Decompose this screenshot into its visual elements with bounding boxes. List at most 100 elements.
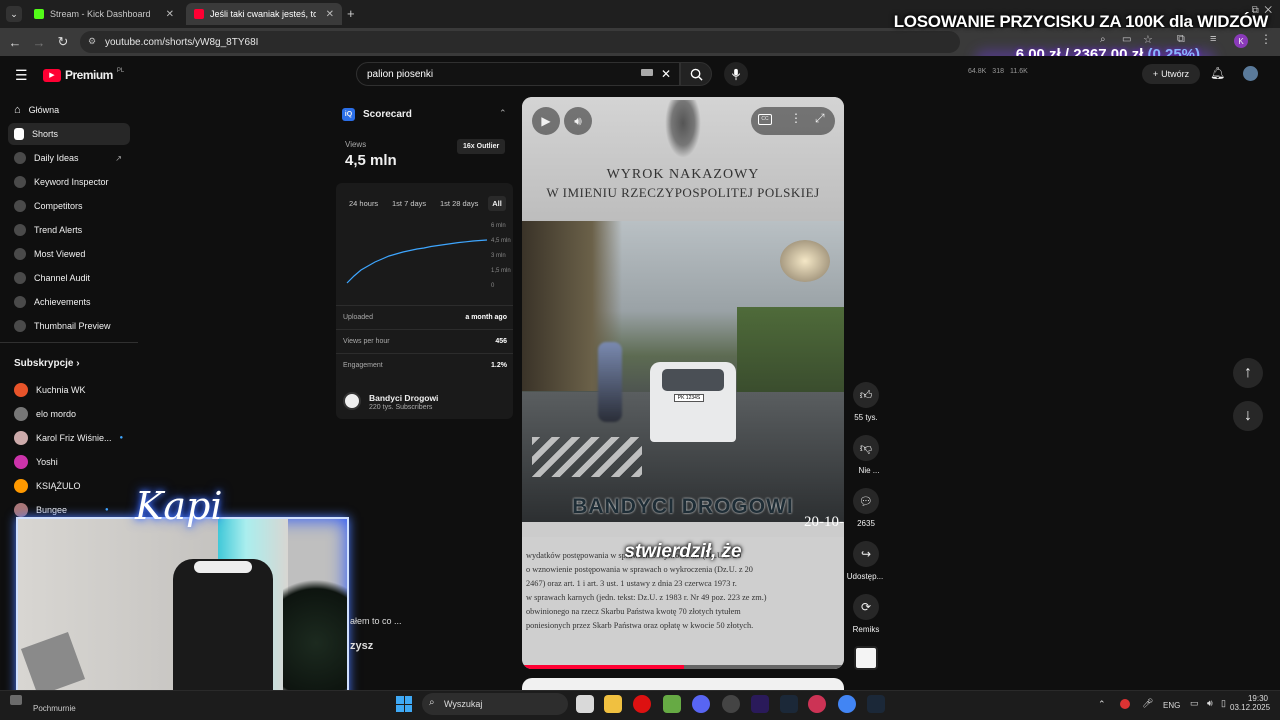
sidebar-item-most-viewed[interactable]: Most Viewed — [8, 243, 130, 265]
collapse-chevron-icon[interactable]: ⌃ — [499, 108, 507, 119]
sidebar-item-trend-alerts[interactable]: Trend Alerts — [8, 219, 130, 241]
range-tab-7d[interactable]: 1st 7 days — [392, 199, 426, 208]
tray-app-icon[interactable] — [1120, 699, 1130, 709]
shorts-video-player[interactable]: WYROK NAKAZOWY W IMIENIU RZECZYPOSPOLITE… — [522, 97, 844, 669]
uploaded-label: Uploaded — [343, 314, 373, 321]
play-button[interactable]: ▶ — [532, 107, 560, 135]
sidebar-item-shorts[interactable]: Shorts — [8, 123, 130, 145]
subscription-item[interactable]: Yoshi — [8, 451, 130, 473]
tray-chevron-icon[interactable]: ⌃ — [1098, 699, 1106, 710]
subscription-label: Karol Friz Wiśnie... — [36, 433, 112, 443]
premiere-icon[interactable] — [751, 695, 769, 713]
file-explorer-icon[interactable] — [604, 695, 622, 713]
channel-name[interactable]: Bandyci Drogowi — [369, 393, 438, 403]
range-tab-28d[interactable]: 1st 28 days — [440, 199, 478, 208]
sound-thumbnail[interactable] — [854, 646, 878, 670]
steam-alt-icon[interactable] — [867, 695, 885, 713]
network-icon[interactable]: ▭ — [1190, 698, 1199, 709]
subscription-label: elo mordo — [36, 409, 77, 419]
subscriptions-header[interactable]: Subskrypcje › — [14, 358, 80, 369]
discord-icon[interactable] — [692, 695, 710, 713]
cast-icon[interactable]: ▭ — [1122, 34, 1131, 45]
clock[interactable]: 19:30 03.12.2025 — [1230, 694, 1270, 712]
steam-icon[interactable] — [780, 695, 798, 713]
volume-icon[interactable]: 🔊︎ — [1207, 698, 1213, 709]
address-bar[interactable]: ⚙ youtube.com/shorts/yW8g_8TY68I — [80, 31, 960, 53]
minecraft-icon[interactable] — [663, 695, 681, 713]
volume-icon: 🔊︎ — [574, 113, 582, 128]
subscription-item[interactable]: elo mordo — [8, 403, 130, 425]
sidebar-item-home[interactable]: ⌂ Główna — [8, 99, 130, 121]
captions-icon[interactable]: CC — [758, 114, 772, 125]
subscription-item[interactable]: Kuchnia WK — [8, 379, 130, 401]
sidebar-item-daily-ideas[interactable]: Daily Ideas ↗ — [8, 147, 130, 169]
battery-icon[interactable]: ▯ — [1221, 698, 1226, 709]
zoom-icon[interactable]: ⌕ — [1100, 34, 1106, 45]
close-icon[interactable]: ✕ — [326, 9, 334, 20]
reload-button[interactable]: ↻ — [51, 30, 75, 54]
dislike-label: Nie ... — [858, 466, 880, 475]
progress-fill — [522, 665, 684, 669]
tab-kick-dashboard[interactable]: Stream - Kick Dashboard ✕ — [26, 3, 182, 25]
reading-list-icon[interactable]: ≡ — [1210, 33, 1216, 45]
start-button[interactable] — [396, 696, 412, 712]
comments-button[interactable]: 💬︎ — [853, 488, 879, 514]
taskbar-search[interactable]: ⌕ Wyszukaj — [422, 693, 568, 715]
clear-search-icon[interactable]: ✕ — [661, 67, 671, 81]
hamburger-menu-icon[interactable]: ☰ — [15, 67, 28, 84]
range-tab-24h[interactable]: 24 hours — [349, 199, 378, 208]
extensions-icon[interactable]: ⧉ — [1177, 33, 1185, 46]
sidebar-item-keyword-inspector[interactable]: Keyword Inspector — [8, 171, 130, 193]
volume-button[interactable]: 🔊︎ — [564, 107, 592, 135]
engagement-label: Engagement — [343, 362, 383, 369]
subscription-label: Yoshi — [36, 457, 58, 467]
language-indicator[interactable]: ENG — [1163, 701, 1180, 710]
tab-label: Stream - Kick Dashboard — [50, 9, 151, 19]
sidebar-item-achievements[interactable]: Achievements — [8, 291, 130, 313]
notifications-bell-icon[interactable]: 🔔︎ — [1210, 66, 1225, 80]
account-avatar[interactable] — [1243, 66, 1258, 81]
sidebar-item-thumbnail-preview[interactable]: Thumbnail Preview — [8, 315, 130, 337]
chair-pillow — [194, 561, 252, 573]
tab-list-button[interactable]: ⌄ — [6, 6, 22, 22]
next-short-preview[interactable] — [522, 678, 844, 690]
voice-search-button[interactable] — [724, 62, 748, 86]
sidebar-item-channel-audit[interactable]: Channel Audit — [8, 267, 130, 289]
sidebar-item-label: Most Viewed — [34, 249, 86, 259]
profile-avatar[interactable]: K — [1234, 34, 1248, 48]
close-icon[interactable]: ✕ — [166, 9, 174, 20]
next-short-button[interactable]: ↓ — [1233, 401, 1263, 431]
share-button[interactable]: ↪ — [853, 541, 879, 567]
remix-button[interactable]: ⟳ — [853, 594, 879, 620]
menu-kebab-icon[interactable]: ⋮ — [1260, 32, 1272, 46]
weather-icon[interactable] — [10, 695, 22, 705]
tab-youtube-short[interactable]: Jeśli taki cwaniak jesteś, to zobacz ✕ — [186, 3, 342, 25]
like-button[interactable]: 👍︎ — [853, 382, 879, 408]
forward-button[interactable]: → — [27, 30, 51, 54]
task-view-icon[interactable] — [576, 695, 594, 713]
opera-icon[interactable] — [633, 695, 651, 713]
range-tab-all[interactable]: All — [488, 196, 506, 211]
sidebar-item-competitors[interactable]: Competitors — [8, 195, 130, 217]
site-info-icon[interactable]: ⚙ — [88, 36, 96, 47]
subscription-item[interactable]: Karol Friz Wiśnie... ● — [8, 427, 130, 449]
search-input[interactable]: palion piosenki ✕ — [356, 62, 680, 86]
new-tab-button[interactable]: + — [347, 6, 355, 21]
chrome-icon[interactable] — [838, 695, 856, 713]
youtube-logo[interactable]: ▶ Premium PL — [43, 68, 124, 82]
bookmark-star-icon[interactable]: ☆ — [1143, 33, 1153, 46]
back-button[interactable]: ← — [3, 30, 27, 54]
fullscreen-icon[interactable]: ⤢ — [815, 111, 825, 126]
comments-count: 2635 — [857, 519, 875, 528]
app-icon[interactable] — [808, 695, 826, 713]
search-button[interactable] — [680, 62, 712, 86]
obs-icon[interactable] — [722, 695, 740, 713]
keyboard-icon[interactable] — [641, 69, 653, 76]
previous-short-button[interactable]: ↑ — [1233, 358, 1263, 388]
dislike-button[interactable]: 👎︎ — [853, 435, 879, 461]
more-options-icon[interactable]: ⋮ — [790, 111, 802, 125]
tray-mic-icon[interactable]: 🎤︎ — [1142, 698, 1153, 709]
license-plate: PK 1234S — [674, 394, 704, 402]
create-button[interactable]: + Utwórz — [1142, 64, 1200, 84]
subscription-item[interactable]: KSIĄŻULO — [8, 475, 130, 497]
